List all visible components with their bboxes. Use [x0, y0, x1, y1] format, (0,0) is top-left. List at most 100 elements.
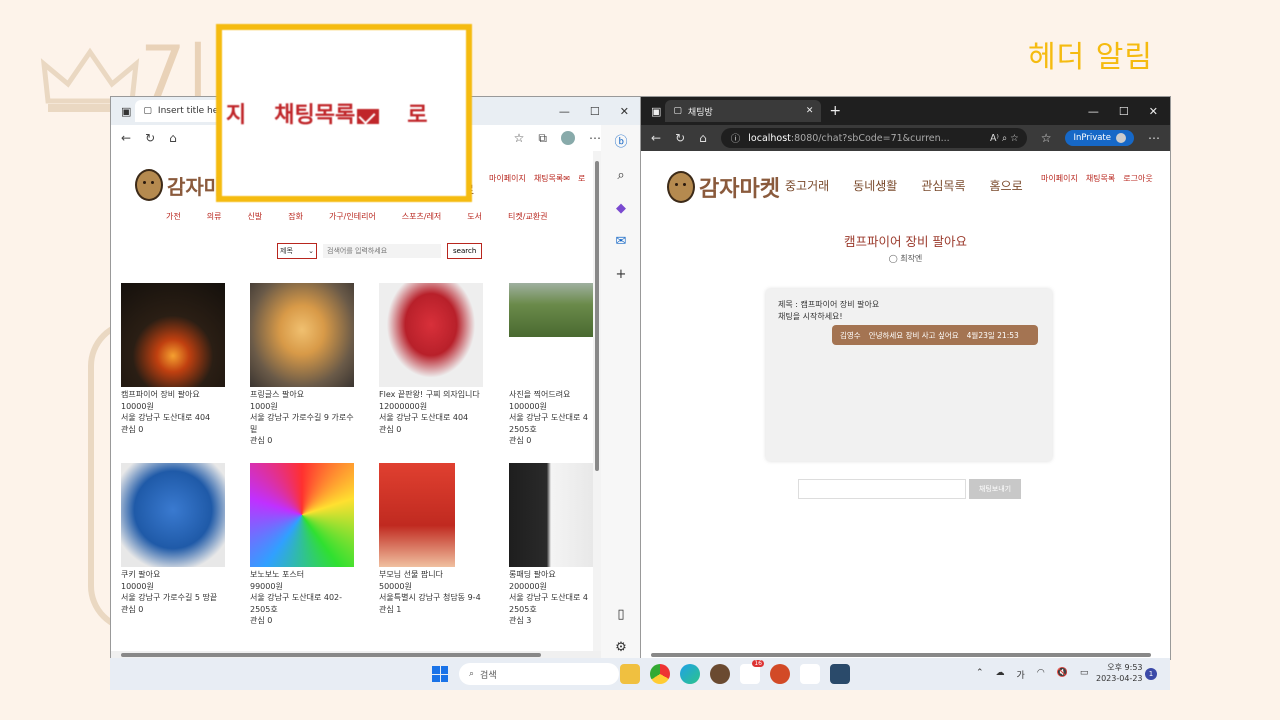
input-language[interactable]: 가	[1017, 668, 1025, 681]
chrome-icon[interactable]	[650, 664, 670, 684]
message-text: 안녕하세요 장비 사고 싶어요	[868, 330, 959, 340]
mypage-link[interactable]: 마이페이지	[489, 173, 526, 184]
category-nav: 가전 의류 신발 잡화 가구/인테리어 스포츠/레저 도서 티켓/교환권	[166, 211, 574, 222]
bing-icon[interactable]: ⓑ	[614, 131, 627, 150]
product-price: 200000원	[509, 581, 547, 591]
chat-page: 감자마켓 중고거래 동네생활 관심목록 홈으로 마이페이지 채팅목록 로그아웃 …	[641, 151, 1170, 659]
category-item[interactable]: 도서	[467, 211, 482, 222]
url-field[interactable]: ⓘ localhost:8080/chat?sbCode=71&curren..…	[720, 128, 1027, 148]
start-button[interactable]	[432, 666, 448, 682]
close-tab-icon[interactable]: ✕	[806, 106, 814, 116]
zoom-callout: 지 채팅목록 로	[216, 24, 472, 202]
search-button[interactable]: search	[447, 243, 483, 259]
logout-link[interactable]: 로	[578, 173, 585, 184]
category-item[interactable]: 스포츠/레저	[402, 211, 442, 222]
shopping-icon[interactable]: ◆	[616, 201, 626, 216]
collections-icon[interactable]: ⧉	[538, 131, 547, 146]
category-item[interactable]: 티켓/교환권	[508, 211, 548, 222]
favorites-icon[interactable]: ☆	[514, 131, 525, 145]
product-likes: 관심 0	[509, 436, 532, 445]
close-icon[interactable]: ✕	[620, 105, 629, 118]
chevron-up-icon[interactable]: ⌃	[976, 668, 984, 681]
search-type-select[interactable]: 제목 ⌄	[277, 243, 317, 259]
app-icon[interactable]	[830, 664, 850, 684]
tab-actions-icon[interactable]: ▣	[121, 105, 131, 118]
site-logo[interactable]: 감자마	[135, 169, 222, 201]
vertical-scrollbar[interactable]	[593, 151, 601, 651]
chatlist-link[interactable]: 채팅목록✉	[534, 173, 570, 184]
product-title: 캠프파이어 장비 팔아요	[121, 390, 200, 399]
back-icon[interactable]: ←	[121, 131, 131, 145]
category-item[interactable]: 잡화	[288, 211, 303, 222]
callout-text-right: 로	[407, 103, 428, 128]
edge-icon[interactable]	[680, 664, 700, 684]
app-icon[interactable]	[710, 664, 730, 684]
profile-avatar[interactable]	[561, 131, 575, 145]
new-tab-icon[interactable]: +	[829, 103, 841, 119]
logout-link[interactable]: 로그아웃	[1123, 173, 1152, 184]
product-card[interactable]: 프링글스 팔아요 1000원 서울 강남구 가로수길 9 가로수 밑 관심 0	[250, 283, 360, 447]
home-icon[interactable]: ⌂	[169, 131, 177, 145]
category-item[interactable]: 가구/인테리어	[329, 211, 376, 222]
logo-text: 감자마켓	[699, 177, 780, 202]
battery-icon[interactable]: ▭	[1080, 668, 1089, 681]
file-explorer-icon[interactable]	[620, 664, 640, 684]
taskbar-search[interactable]: ⌕ 검색	[459, 663, 619, 685]
refresh-icon[interactable]: ↻	[145, 131, 155, 145]
nav-item[interactable]: 동네생활	[853, 177, 897, 194]
category-item[interactable]: 신발	[247, 211, 262, 222]
category-item[interactable]: 가전	[166, 211, 181, 222]
maximize-icon[interactable]: ☐	[590, 105, 600, 118]
home-icon[interactable]: ⌂	[699, 131, 707, 145]
outlook-icon[interactable]: ✉	[616, 234, 627, 249]
more-icon[interactable]: ⋯	[1148, 131, 1160, 145]
browser-tab[interactable]: ▢ 채팅방 ✕	[665, 100, 822, 122]
notification-badge[interactable]: 1	[1145, 668, 1157, 680]
clock[interactable]: 오후 9:53 2023-04-23	[1096, 662, 1143, 684]
tab-actions-icon[interactable]: ▣	[651, 105, 661, 118]
product-card[interactable]: 롱패딩 팔아요 200000원 서울 강남구 도산대로 4 2505호 관심 3	[509, 463, 593, 627]
back-icon[interactable]: ←	[651, 131, 661, 145]
settings-icon[interactable]: ⚙	[615, 640, 627, 655]
inprivate-badge[interactable]: InPrivate	[1065, 130, 1134, 146]
mypage-link[interactable]: 마이페이지	[1041, 173, 1078, 184]
potato-icon	[667, 171, 695, 203]
cloud-icon[interactable]: ☁	[996, 668, 1005, 681]
product-card[interactable]: 사진을 찍어드려요 100000원 서울 강남구 도산대로 4 2505호 관심…	[509, 283, 593, 447]
product-card[interactable]: Flex 끝판왕! 구찌 의자입니다 12000000원 서울 강남구 도산대로…	[379, 283, 489, 435]
search-input[interactable]	[323, 244, 441, 258]
send-button[interactable]: 채팅보내기	[969, 479, 1021, 499]
maximize-icon[interactable]: ☐	[1119, 105, 1129, 118]
slack-icon[interactable]: 16	[740, 660, 764, 684]
volume-icon[interactable]: 🔇	[1057, 668, 1068, 681]
message-input[interactable]	[798, 479, 966, 499]
callout-chatlist: 채팅목록	[274, 97, 380, 129]
sidebar-toggle-icon[interactable]: ▯	[617, 607, 624, 622]
top-links: 마이페이지 채팅목록✉ 로	[489, 173, 585, 184]
left-page: 감자마 로 마이페이지 채팅목록✉ 로 가전 의류 신발 잡화 가구/인테리어 …	[111, 151, 601, 651]
add-icon[interactable]: +	[616, 267, 627, 282]
minimize-icon[interactable]: —	[1088, 105, 1099, 118]
paint-icon[interactable]	[800, 664, 820, 684]
more-icon[interactable]: ⋯	[589, 131, 601, 145]
product-card[interactable]: 부모님 선물 팝니다 50000원 서울특별시 강남구 청담동 9-4 관심 1	[379, 463, 489, 615]
chatlist-link[interactable]: 채팅목록	[1086, 173, 1115, 184]
product-card[interactable]: 캠프파이어 장비 팔아요 10000원 서울 강남구 도산대로 404 관심 0	[121, 283, 231, 435]
nav-item[interactable]: 홈으로	[990, 177, 1023, 194]
window-controls: — ☐ ✕	[559, 105, 641, 118]
product-card[interactable]: 쿠키 팔아요 10000원 서울 강남구 가로수길 5 땅끝 관심 0	[121, 463, 231, 615]
wifi-icon[interactable]: ◠	[1037, 668, 1045, 681]
nav-item[interactable]: 관심목록	[921, 177, 965, 194]
close-icon[interactable]: ✕	[1149, 105, 1158, 118]
product-card[interactable]: 보노보노 포스터 99000원 서울 강남구 도산대로 402-2505호 관심…	[250, 463, 360, 627]
refresh-icon[interactable]: ↻	[675, 131, 685, 145]
site-logo[interactable]: 감자마켓	[667, 171, 780, 203]
powerpoint-icon[interactable]	[770, 664, 790, 684]
minimize-icon[interactable]: —	[559, 105, 570, 118]
product-likes: 관심 0	[250, 436, 273, 445]
user-status-icon: ◯	[888, 254, 898, 263]
nav-item[interactable]: 중고거래	[785, 177, 829, 194]
category-item[interactable]: 의류	[207, 211, 222, 222]
favorites-icon[interactable]: ☆	[1041, 131, 1052, 145]
search-icon[interactable]: ⌕	[617, 168, 624, 183]
